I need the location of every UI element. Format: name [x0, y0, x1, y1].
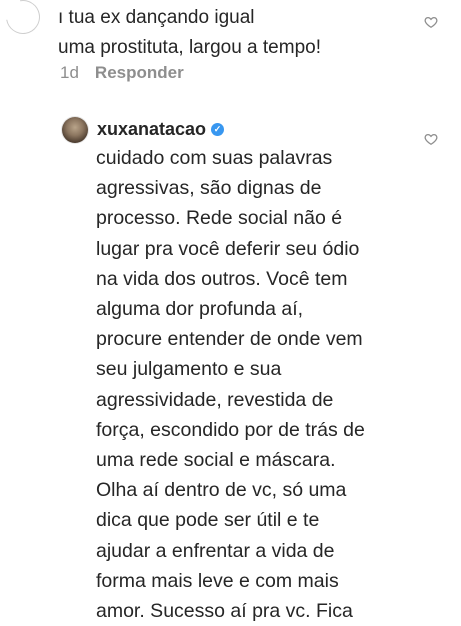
verified-badge-icon: ✓	[211, 123, 225, 136]
comment-text: ı tua ex dançando igual uma prostituta, …	[58, 3, 398, 63]
avatar-placeholder	[11, 5, 35, 29]
comment-item: ı tua ex dançando igual uma prostituta, …	[0, 0, 461, 95]
reply-username[interactable]: xuxanatacao	[97, 119, 206, 140]
comment-line: uma prostituta, largou a tempo!	[58, 37, 321, 58]
reply-avatar[interactable]	[62, 117, 88, 143]
reply-button[interactable]: Responder	[95, 63, 184, 83]
comment-meta: 1d Responder	[60, 63, 184, 83]
comment-line: ı tua ex dançando igual	[58, 7, 255, 28]
heart-outline-icon[interactable]	[424, 15, 438, 29]
heart-outline-icon[interactable]	[424, 132, 438, 146]
comment-time: 1d	[60, 63, 79, 82]
reply-username-row: xuxanatacao ✓	[97, 119, 225, 140]
reply-text: cuidado com suas palavras agressivas, sã…	[96, 147, 365, 623]
